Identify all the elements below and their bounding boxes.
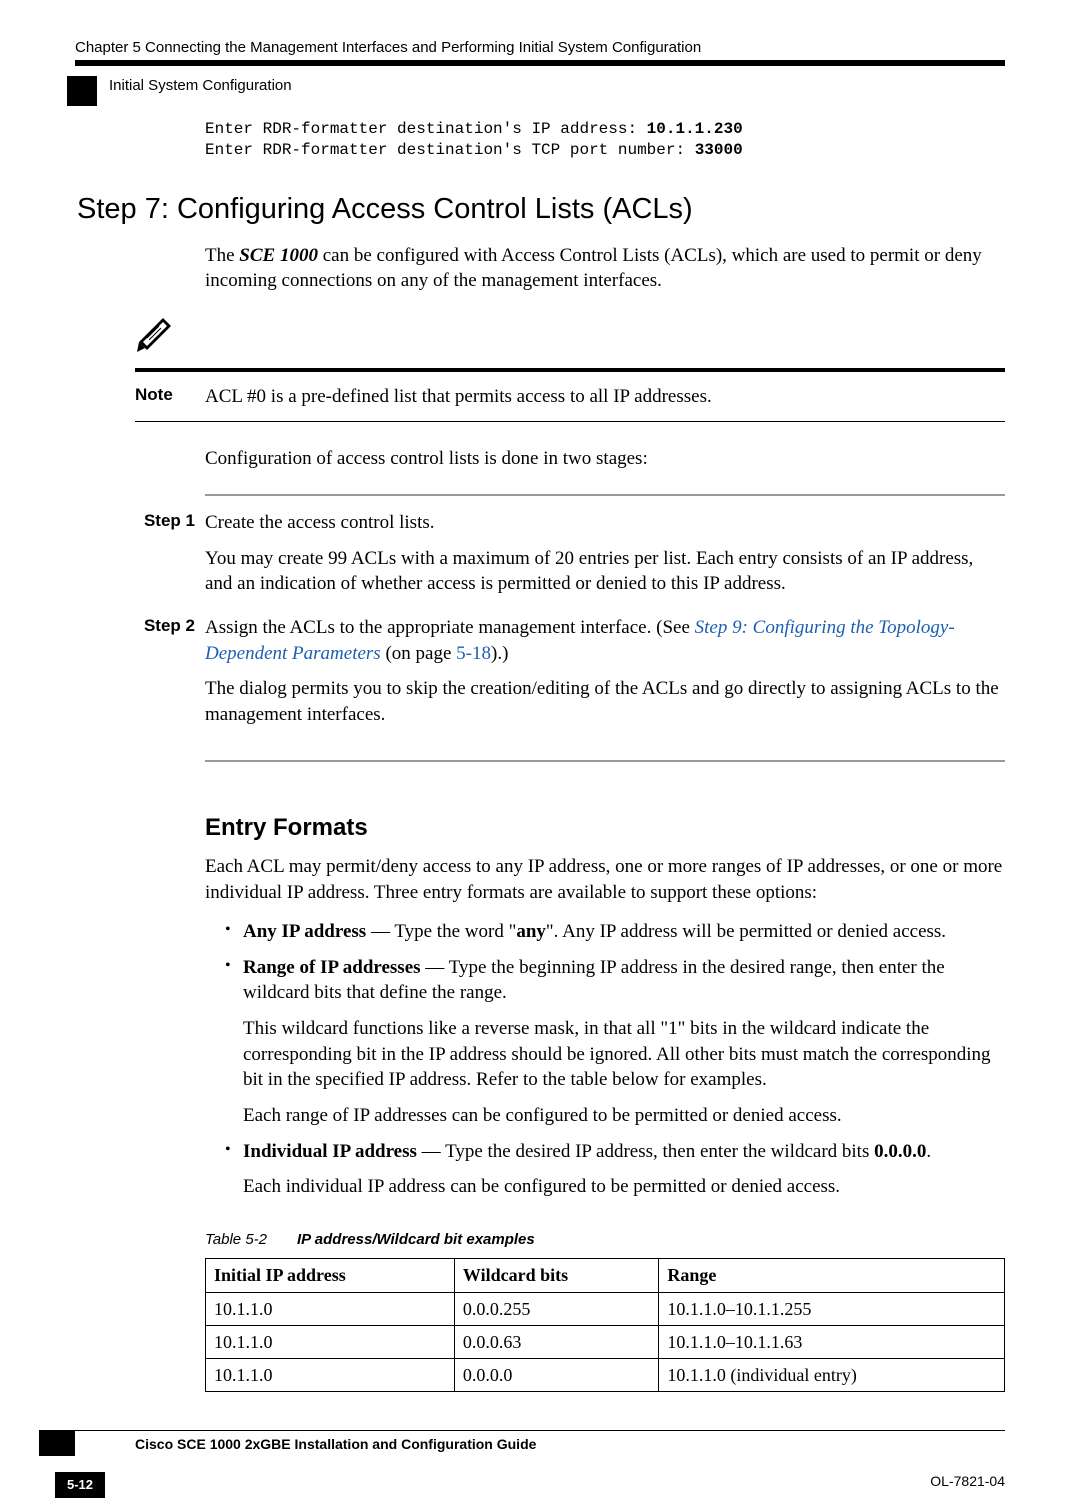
step-1-p1: Create the access control lists. [205, 510, 1005, 536]
cell: 0.0.0.63 [454, 1325, 659, 1358]
cell: 10.1.1.0 [206, 1325, 455, 1358]
step-2-row: Step 2 Assign the ACLs to the appropriat… [135, 615, 1005, 738]
entry-intro: Each ACL may permit/deny access to any I… [205, 854, 1005, 905]
list-item: Range of IP addresses — Type the beginni… [225, 955, 1005, 1129]
entry-formats-list: Any IP address — Type the word "any". An… [225, 919, 1005, 1200]
note-label: Note [135, 384, 205, 410]
step-1-row: Step 1 Create the access control lists. … [135, 510, 1005, 607]
intro-paragraph: The SCE 1000 can be configured with Acce… [205, 243, 1005, 294]
step-1-label: Step 1 [135, 510, 205, 607]
step-2-pre: Assign the ACLs to the appropriate manag… [205, 617, 695, 638]
li3-text-a: — Type the desired IP address, then ente… [417, 1141, 874, 1162]
step-2-mid: (on page [381, 643, 456, 664]
li3-text-b: 0.0.0.0 [874, 1141, 926, 1162]
code-line2-label: Enter RDR-formatter destination's TCP po… [205, 141, 695, 159]
step-2-p1: Assign the ACLs to the appropriate manag… [205, 615, 1005, 666]
note-rule-bottom [135, 421, 1005, 422]
intro-post: can be configured with Access Control Li… [205, 245, 982, 292]
table-row: 10.1.1.0 0.0.0.0 10.1.1.0 (individual en… [206, 1359, 1005, 1392]
footer-doc-id: OL-7821-04 [930, 1472, 1005, 1498]
entry-formats-heading: Entry Formats [205, 812, 1005, 844]
step-2-label: Step 2 [135, 615, 205, 738]
footer-doc-title: Cisco SCE 1000 2xGBE Installation and Co… [135, 1435, 1005, 1454]
cell: 0.0.0.255 [454, 1292, 659, 1325]
li1-label: Any IP address [243, 921, 366, 942]
wildcard-examples-table: Initial IP address Wildcard bits Range 1… [205, 1258, 1005, 1392]
step-1-p2: You may create 99 ACLs with a maximum of… [205, 546, 1005, 597]
cell: 10.1.1.0 (individual entry) [659, 1359, 1005, 1392]
sub-header: Initial System Configuration [75, 76, 1005, 96]
header-section: Initial System Configuration [75, 76, 1005, 96]
note-icon [135, 314, 175, 354]
th-range: Range [659, 1259, 1005, 1292]
note-text: ACL #0 is a pre-defined list that permit… [205, 384, 1005, 410]
th-wildcard: Wildcard bits [454, 1259, 659, 1292]
table-header-row: Initial IP address Wildcard bits Range [206, 1259, 1005, 1292]
li2-label: Range of IP addresses [243, 957, 421, 978]
li3-p2: Each individual IP address can be config… [243, 1174, 1005, 1200]
list-item: Individual IP address — Type the desired… [225, 1139, 1005, 1200]
code-line1-label: Enter RDR-formatter destination's IP add… [205, 120, 647, 138]
footer-row: 5-12 OL-7821-04 [75, 1472, 1005, 1498]
li1-text-c: ". Any IP address will be permitted or d… [546, 921, 946, 942]
footer-ornament [39, 1430, 75, 1456]
note-rule-top [135, 368, 1005, 372]
cell: 10.1.1.0 [206, 1359, 455, 1392]
table-caption: Table 5-2 IP address/Wildcard bit example… [205, 1230, 1005, 1250]
header-chapter: Chapter 5 Connecting the Management Inte… [75, 38, 701, 58]
config-intro: Configuration of access control lists is… [205, 446, 1005, 472]
step-rule-bottom [205, 760, 1005, 762]
table-title: IP address/Wildcard bit examples [297, 1231, 535, 1248]
li3-text-c: . [926, 1141, 931, 1162]
li1-text-a: — Type the word " [366, 921, 516, 942]
step-2-pageref: 5-18 [456, 643, 491, 664]
footer-rule [75, 1430, 1005, 1431]
note-block: Note ACL #0 is a pre-defined list that p… [75, 314, 1005, 422]
code-line1-value: 10.1.1.230 [647, 120, 743, 138]
header-ornament [67, 76, 97, 106]
table-row: 10.1.1.0 0.0.0.255 10.1.1.0–10.1.1.255 [206, 1292, 1005, 1325]
list-item: Any IP address — Type the word "any". An… [225, 919, 1005, 945]
cell: 0.0.0.0 [454, 1359, 659, 1392]
li1-text-b: any [516, 921, 546, 942]
li3-label: Individual IP address [243, 1141, 417, 1162]
code-line2-value: 33000 [695, 141, 743, 159]
th-initial-ip: Initial IP address [206, 1259, 455, 1292]
intro-pre: The [205, 245, 239, 266]
step-2-post: ).) [491, 643, 508, 664]
table-row: 10.1.1.0 0.0.0.63 10.1.1.0–10.1.1.63 [206, 1325, 1005, 1358]
cell: 10.1.1.0–10.1.1.63 [659, 1325, 1005, 1358]
running-header: Chapter 5 Connecting the Management Inte… [75, 38, 1005, 66]
footer-page-number: 5-12 [55, 1472, 105, 1498]
li2-p2: This wildcard functions like a reverse m… [243, 1016, 1005, 1093]
li2-p3: Each range of IP addresses can be config… [243, 1103, 1005, 1129]
cell: 10.1.1.0 [206, 1292, 455, 1325]
step-rule-top [205, 494, 1005, 496]
code-sample: Enter RDR-formatter destination's IP add… [205, 119, 1005, 162]
page-title: Step 7: Configuring Access Control Lists… [77, 190, 1005, 229]
table-number: Table 5-2 [205, 1231, 267, 1248]
cell: 10.1.1.0–10.1.1.255 [659, 1292, 1005, 1325]
intro-device: SCE 1000 [239, 245, 318, 266]
step-2-p2: The dialog permits you to skip the creat… [205, 676, 1005, 727]
